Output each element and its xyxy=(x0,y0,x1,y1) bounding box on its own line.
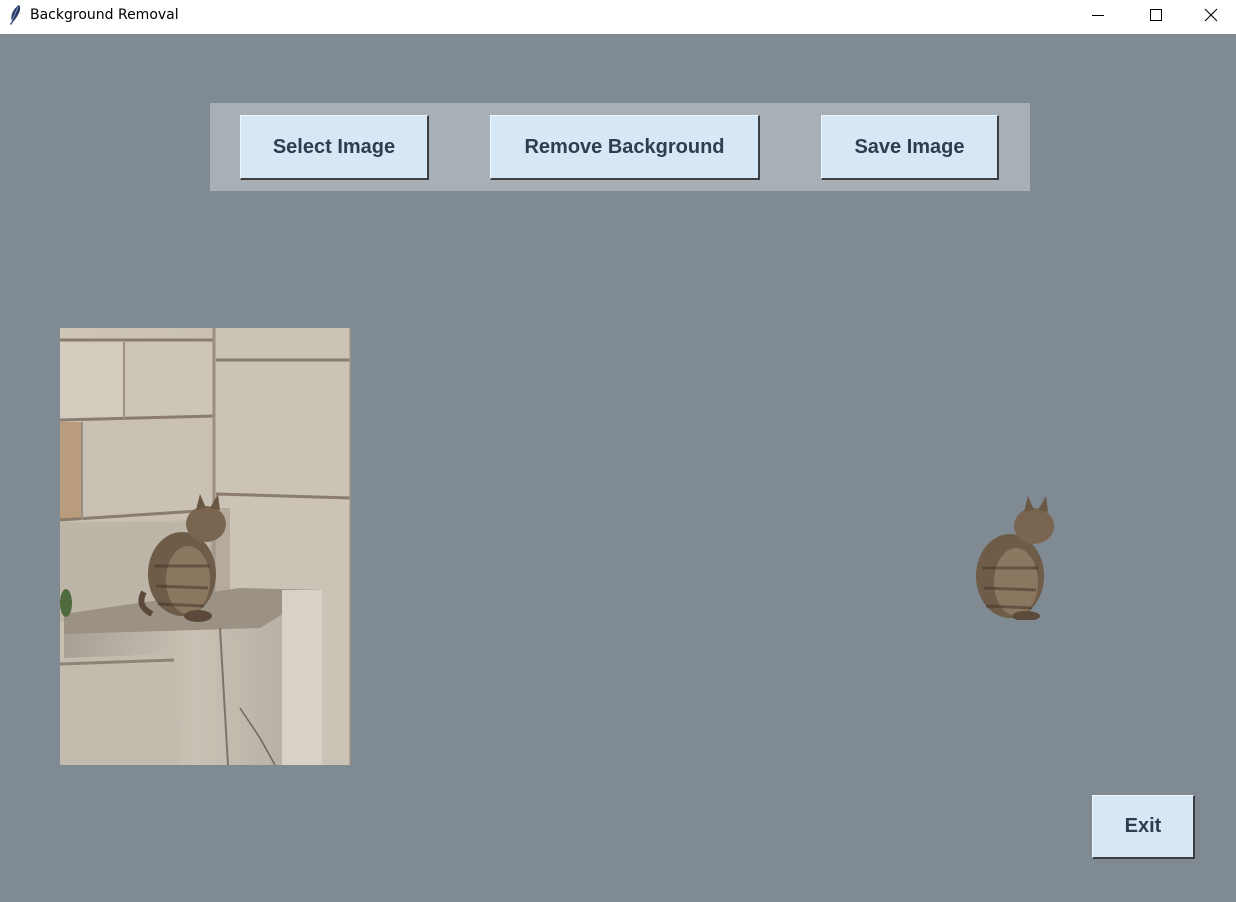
cat-on-stone-ruins-photo xyxy=(60,328,351,765)
app-window: Select Image Remove Background Save Imag… xyxy=(0,34,1236,902)
result-image xyxy=(968,492,1074,621)
close-button[interactable] xyxy=(1185,0,1236,30)
window-title: Background Removal xyxy=(30,7,179,23)
exit-button[interactable]: Exit xyxy=(1092,795,1195,859)
minimize-button[interactable] xyxy=(1069,0,1127,30)
maximize-button[interactable] xyxy=(1127,0,1185,30)
cat-background-removed-photo xyxy=(976,496,1054,621)
minimize-icon xyxy=(1092,15,1104,16)
button-toolbar: Select Image Remove Background Save Imag… xyxy=(210,103,1030,191)
feather-icon xyxy=(10,5,21,25)
select-image-button[interactable]: Select Image xyxy=(240,115,429,180)
maximize-icon xyxy=(1150,9,1162,21)
save-image-button[interactable]: Save Image xyxy=(821,115,999,180)
original-image xyxy=(60,328,351,765)
close-icon xyxy=(1204,8,1217,22)
title-bar: Background Removal xyxy=(0,0,1236,34)
remove-background-button[interactable]: Remove Background xyxy=(490,115,760,180)
